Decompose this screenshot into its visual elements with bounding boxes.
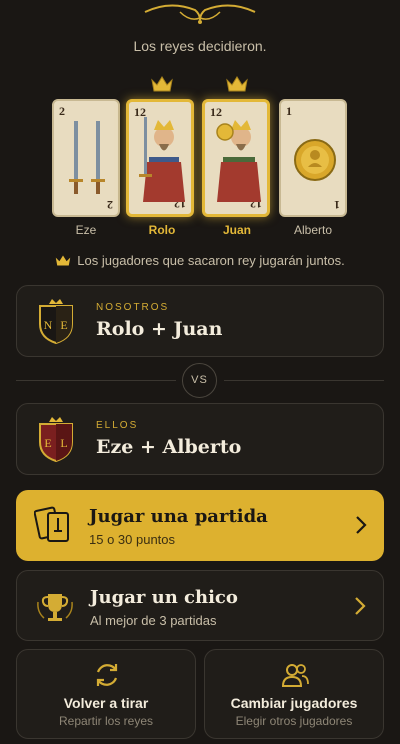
play-series-button[interactable]: Jugar un chico Al mejor de 3 partidas xyxy=(16,570,384,641)
shield-letter: E xyxy=(44,436,51,450)
trophy-icon xyxy=(37,594,73,621)
player-name: Juan xyxy=(222,223,251,237)
action-desc: Repartir los reyes xyxy=(58,714,154,728)
player-name: Alberto xyxy=(293,223,333,237)
refresh-icon xyxy=(96,664,118,686)
card-juan: 12 12 xyxy=(202,99,270,217)
crown-icon xyxy=(226,76,248,92)
action-desc: 15 o 30 puntos xyxy=(89,532,176,547)
shield-letter: L xyxy=(60,436,67,450)
coin-icon xyxy=(294,139,336,181)
card-alberto: 1 1 xyxy=(279,99,347,217)
action-title: Jugar una partida xyxy=(89,506,268,527)
swords-icon xyxy=(69,121,105,194)
action-title: Cambiar jugadores xyxy=(230,695,358,711)
users-icon xyxy=(281,664,309,687)
divider xyxy=(224,380,384,381)
team-names: Rolo + Juan xyxy=(96,318,223,340)
king-swords-icon xyxy=(139,117,185,202)
crown-icon xyxy=(151,76,173,92)
action-desc: Elegir otros jugadores xyxy=(235,714,353,728)
vs-badge: VS xyxy=(182,363,217,398)
play-match-button[interactable]: Jugar una partida 15 o 30 puntos xyxy=(16,490,384,561)
divider xyxy=(16,380,176,381)
team-them-card[interactable]: E L ELLOS Eze + Alberto xyxy=(16,403,384,475)
player-name: Eze xyxy=(75,223,97,237)
player-name: Rolo xyxy=(148,223,176,237)
king-coins-icon xyxy=(216,120,261,202)
crown-icon xyxy=(56,255,71,266)
shield-icon: E L xyxy=(39,417,73,462)
shield-letter: N xyxy=(44,318,53,332)
team-label: NOSOTROS xyxy=(96,302,170,313)
info-label: Los jugadores que sacaron rey jugarán ju… xyxy=(77,253,345,268)
action-title: Jugar un chico xyxy=(90,587,238,608)
team-us-card[interactable]: N E NOSOTROS Rolo + Juan xyxy=(16,285,384,357)
change-players-button[interactable]: Cambiar jugadores Elegir otros jugadores xyxy=(204,649,384,739)
card-eze: 2 2 xyxy=(52,99,120,217)
team-names: Eze + Alberto xyxy=(96,436,242,458)
team-label: ELLOS xyxy=(96,420,139,431)
chevron-right-icon xyxy=(356,516,367,534)
action-desc: Al mejor de 3 partidas xyxy=(90,613,217,628)
redraw-button[interactable]: Volver a tirar Repartir los reyes xyxy=(16,649,196,739)
gold-flourish-ornament-icon xyxy=(144,4,256,24)
shield-letter: E xyxy=(60,318,67,332)
action-title: Volver a tirar xyxy=(63,695,149,711)
info-text: Los jugadores que sacaron rey jugarán ju… xyxy=(0,253,400,268)
card-rolo: 12 12 xyxy=(126,99,194,217)
page-subtitle: Los reyes decidieron. xyxy=(133,38,267,54)
shield-icon: N E xyxy=(39,299,73,344)
cards-icon xyxy=(34,506,69,542)
chevron-right-icon xyxy=(355,597,366,615)
